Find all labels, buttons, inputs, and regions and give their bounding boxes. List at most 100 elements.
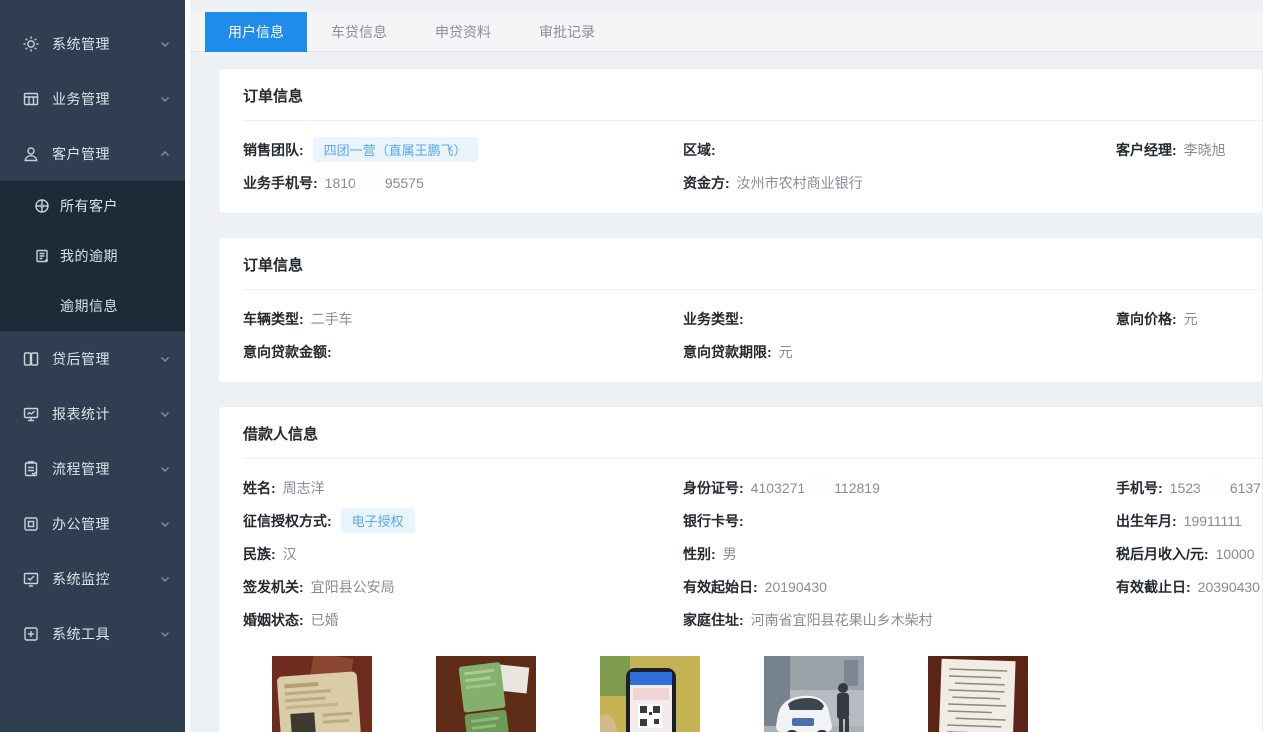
tab-car-loan-info[interactable]: 车贷信息	[307, 12, 411, 52]
nested-square-icon	[22, 515, 40, 533]
tab-bar: 用户信息 车贷信息 申贷资料 审批记录	[190, 12, 1263, 52]
sidebar-item-label: 逾期信息	[60, 296, 118, 316]
field-marital-status: 婚姻状态: 已婚	[243, 610, 683, 630]
sidebar-item-customer-management[interactable]: 客户管理	[0, 126, 185, 181]
field-business-type: 业务类型:	[683, 309, 1116, 329]
photo-license-booklet[interactable]	[436, 656, 536, 732]
field-label: 性别:	[683, 544, 716, 564]
sidebar-item-label: 系统监控	[52, 569, 159, 589]
card-title: 订单信息	[243, 85, 1262, 106]
field-intended-loan-term: 意向贷款期限: 元	[683, 342, 1116, 362]
sidebar-item-office-management[interactable]: 办公管理	[0, 496, 185, 551]
field-label: 资金方:	[683, 173, 730, 193]
tab-loan-application-docs[interactable]: 申贷资料	[411, 12, 515, 52]
photo-item: 人车合影	[764, 656, 864, 732]
content-area: 订单信息 销售团队: 四团一营（直属王鹏飞） 区域: 客户经理:	[190, 52, 1263, 732]
field-label: 身份证号:	[683, 478, 744, 498]
field-label: 有效截止日:	[1116, 577, 1191, 597]
square-plus-icon	[22, 625, 40, 643]
card-title: 订单信息	[243, 254, 1262, 275]
card-title: 借款人信息	[243, 423, 1262, 444]
field-label: 区域:	[683, 140, 716, 160]
field-label: 业务手机号:	[243, 173, 318, 193]
field-label: 销售团队:	[243, 140, 304, 160]
field-vehicle-type: 车辆类型: 二手车	[243, 309, 683, 329]
field-value: 20190430	[765, 579, 827, 595]
sidebar-item-label: 系统管理	[52, 34, 159, 54]
sidebar-item-label: 所有客户	[60, 196, 118, 216]
field-account-manager: 客户经理: 李晓旭	[1116, 140, 1262, 160]
field-ethnicity: 民族: 汉	[243, 544, 683, 564]
field-value: 宜阳县公安局	[311, 577, 395, 597]
photo-item: 其他材料	[928, 656, 1028, 732]
field-label: 意向贷款金额:	[243, 342, 332, 362]
field-value: 周志洋	[283, 478, 325, 498]
order-info-card: 订单信息 销售团队: 四团一营（直属王鹏飞） 区域: 客户经理:	[218, 68, 1263, 214]
sidebar-item-label: 系统工具	[52, 624, 159, 644]
sidebar-item-system-management[interactable]: 系统管理	[0, 16, 185, 71]
clipboard-icon	[22, 460, 40, 478]
sidebar-item-label: 流程管理	[52, 459, 159, 479]
field-id-number: 身份证号: 4103271112819	[683, 478, 1116, 498]
app-window: 系统管理 业务管理 客户管理 所有客户	[0, 0, 1263, 732]
field-business-phone: 业务手机号: 181095575	[243, 173, 683, 193]
redaction-blur	[806, 480, 833, 495]
field-value: 元	[779, 342, 793, 362]
field-label: 意向价格:	[1116, 309, 1177, 329]
field-label: 家庭住址:	[683, 610, 744, 630]
customer-submenu: 所有客户 我的逾期 逾期信息	[0, 181, 185, 331]
sales-team-tag[interactable]: 四团一营（直属王鹏飞）	[313, 137, 478, 162]
tab-approval-records[interactable]: 审批记录	[515, 12, 619, 52]
sidebar-item-my-overdue[interactable]: 我的逾期	[0, 231, 185, 281]
sidebar-item-label: 我的逾期	[60, 246, 118, 266]
sidebar-item-all-customers[interactable]: 所有客户	[0, 181, 185, 231]
redaction-blur	[357, 175, 384, 190]
chevron-down-icon	[159, 353, 171, 365]
monitor-icon	[22, 405, 40, 423]
field-issuing-authority: 签发机关: 宜阳县公安局	[243, 577, 683, 597]
field-value: 男	[723, 544, 737, 564]
field-region: 区域:	[683, 140, 1116, 160]
sidebar-item-label: 客户管理	[52, 144, 159, 164]
field-name: 姓名: 周志洋	[243, 478, 683, 498]
field-value: 181095575	[325, 175, 424, 191]
field-gender: 性别: 男	[683, 544, 1116, 564]
field-label: 有效起始日:	[683, 577, 758, 597]
chevron-down-icon	[159, 93, 171, 105]
sidebar-item-system-monitor[interactable]: 系统监控	[0, 551, 185, 606]
field-intended-price: 意向价格: 元	[1116, 309, 1262, 329]
field-value: 二手车	[311, 309, 353, 329]
sidebar-item-system-tools[interactable]: 系统工具	[0, 606, 185, 661]
notebook-icon	[34, 248, 50, 264]
field-intended-loan-amount: 意向贷款金额:	[243, 342, 683, 362]
field-bank-card: 银行卡号:	[683, 511, 1116, 531]
wheel-icon	[34, 198, 50, 214]
field-value: 4103271112819	[751, 480, 880, 496]
tab-user-info[interactable]: 用户信息	[205, 12, 307, 52]
credit-auth-tag[interactable]: 电子授权	[341, 508, 415, 533]
field-label: 意向贷款期限:	[683, 342, 772, 362]
photo-person-with-car[interactable]	[764, 656, 864, 732]
sidebar-item-business-management[interactable]: 业务管理	[0, 71, 185, 126]
main-area: 用户信息 车贷信息 申贷资料 审批记录 订单信息 销售团队: 四团一营（直属王鹏…	[190, 0, 1263, 732]
field-label: 手机号:	[1116, 478, 1163, 498]
sidebar-item-process-management[interactable]: 流程管理	[0, 441, 185, 496]
document-photos: 身份证	[243, 636, 1262, 732]
user-icon	[22, 145, 40, 163]
sidebar-item-label: 办公管理	[52, 514, 159, 534]
sidebar-item-postloan-management[interactable]: 贷后管理	[0, 331, 185, 386]
field-value: 20390430	[1198, 579, 1260, 595]
chevron-down-icon	[159, 463, 171, 475]
photo-handwritten-document[interactable]	[928, 656, 1028, 732]
monitor-check-icon	[22, 570, 40, 588]
photo-phone-qr-screenshot[interactable]	[600, 656, 700, 732]
field-label: 税后月收入/元:	[1116, 544, 1209, 564]
sidebar-item-overdue-info[interactable]: 逾期信息	[0, 281, 185, 331]
loan-intent-card: 订单信息 车辆类型: 二手车 业务类型: 意向价格:	[218, 237, 1263, 383]
sidebar-item-report-statistics[interactable]: 报表统计	[0, 386, 185, 441]
field-monthly-income: 税后月收入/元: 10000	[1116, 544, 1262, 564]
field-value: 19911111	[1184, 513, 1242, 529]
photo-id-card[interactable]	[272, 656, 372, 732]
chevron-up-icon	[159, 148, 171, 160]
chevron-down-icon	[159, 38, 171, 50]
